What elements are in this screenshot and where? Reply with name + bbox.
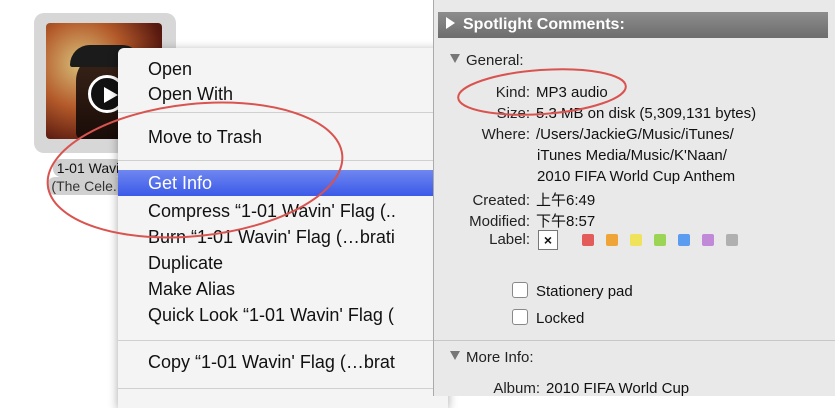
menu-separator xyxy=(118,112,448,113)
label-none-button[interactable]: × xyxy=(538,230,558,250)
context-menu: Open Open With Move to Trash Get Info Co… xyxy=(118,48,448,408)
menu-item-quick-look[interactable]: Quick Look “1-01 Wavin' Flag ( xyxy=(118,302,448,328)
created-row: Created: 上午6:49 xyxy=(434,189,595,210)
spotlight-comments-header[interactable]: Spotlight Comments: xyxy=(438,12,828,38)
modified-value: 下午8:57 xyxy=(536,213,596,230)
label-gray-swatch[interactable] xyxy=(726,234,738,246)
label-yellow-swatch[interactable] xyxy=(630,234,642,246)
file-name-line1: 1-01 Wavi xyxy=(52,159,124,177)
where-value-line3: 2010 FIFA World Cup Anthem xyxy=(537,168,736,185)
locked-checkbox[interactable] xyxy=(512,309,528,325)
label-key: Label: xyxy=(489,231,530,248)
menu-item-make-alias[interactable]: Make Alias xyxy=(118,276,448,302)
spotlight-comments-label: Spotlight Comments: xyxy=(463,16,625,33)
label-blue-swatch[interactable] xyxy=(678,234,690,246)
general-section-header[interactable]: General: xyxy=(450,52,524,69)
where-key: Where: xyxy=(481,126,530,143)
general-label: General: xyxy=(466,52,524,69)
size-key: Size: xyxy=(496,105,530,122)
menu-item-open-with[interactable]: Open With xyxy=(118,81,448,107)
where-value: /Users/JackieG/Music/iTunes/ xyxy=(536,126,734,143)
stationery-pad-option[interactable]: Stationery pad xyxy=(512,282,633,300)
created-key: Created: xyxy=(472,192,530,209)
file-name-line2: (The Cele... xyxy=(47,177,129,195)
disclosure-right-icon[interactable] xyxy=(446,17,455,29)
section-divider xyxy=(434,340,835,341)
menu-item-compress[interactable]: Compress “1-01 Wavin' Flag (.. xyxy=(118,198,448,224)
created-value: 上午6:49 xyxy=(536,192,596,209)
album-value: 2010 FIFA World Cup xyxy=(546,380,690,397)
where-row: Where: /Users/JackieG/Music/iTunes/ xyxy=(434,126,734,143)
menu-item-duplicate[interactable]: Duplicate xyxy=(118,250,448,276)
menu-item-open[interactable]: Open xyxy=(118,56,448,82)
stationery-pad-checkbox[interactable] xyxy=(512,282,528,298)
album-row: Album: 2010 FIFA World Cup xyxy=(444,380,689,397)
stationery-pad-label: Stationery pad xyxy=(536,283,633,300)
disclosure-down-icon[interactable] xyxy=(450,54,460,63)
kind-row: Kind: MP3 audio xyxy=(434,84,608,101)
menu-separator xyxy=(118,340,448,341)
info-panel: Spotlight Comments: General: Kind: MP3 au… xyxy=(433,0,835,397)
menu-item-burn[interactable]: Burn “1-01 Wavin' Flag (…brati xyxy=(118,224,448,250)
locked-label: Locked xyxy=(536,310,585,327)
menu-item-get-info[interactable]: Get Info xyxy=(118,170,448,196)
menu-item-copy[interactable]: Copy “1-01 Wavin' Flag (…brat xyxy=(118,349,448,375)
kind-value: MP3 audio xyxy=(536,84,608,101)
modified-key: Modified: xyxy=(469,213,530,230)
locked-option[interactable]: Locked xyxy=(512,309,584,327)
more-info-label: More Info: xyxy=(466,349,534,366)
more-info-section-header[interactable]: More Info: xyxy=(450,349,534,366)
modified-row: Modified: 下午8:57 xyxy=(434,210,595,231)
label-key-wrap: Label: xyxy=(434,231,530,248)
disclosure-down-icon[interactable] xyxy=(450,351,460,360)
label-green-swatch[interactable] xyxy=(654,234,666,246)
size-row: Size: 5.3 MB on disk (5,309,131 bytes) xyxy=(434,105,756,122)
menu-separator xyxy=(118,160,448,161)
album-key: Album: xyxy=(493,380,540,397)
menu-item-move-to-trash[interactable]: Move to Trash xyxy=(118,124,448,150)
label-orange-swatch[interactable] xyxy=(606,234,618,246)
label-red-swatch[interactable] xyxy=(582,234,594,246)
size-value: 5.3 MB on disk (5,309,131 bytes) xyxy=(536,105,757,122)
label-purple-swatch[interactable] xyxy=(702,234,714,246)
kind-key: Kind: xyxy=(495,84,530,101)
where-value-line2: iTunes Media/Music/K'Naan/ xyxy=(537,147,727,164)
menu-separator xyxy=(118,388,448,389)
